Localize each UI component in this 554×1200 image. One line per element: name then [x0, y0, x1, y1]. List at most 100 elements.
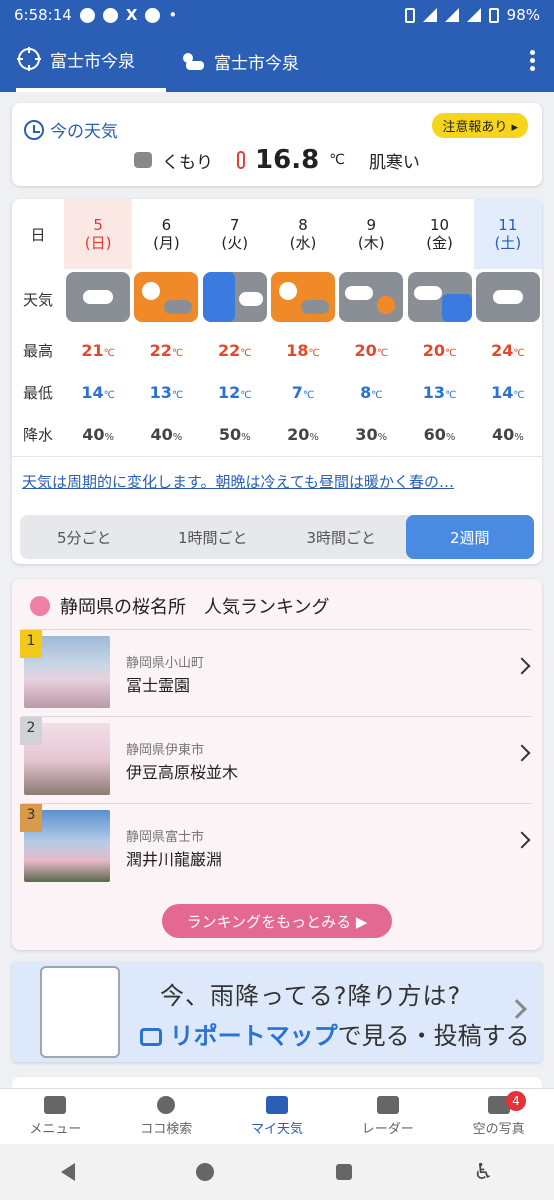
- high-temp: 18℃: [286, 340, 320, 360]
- warning-badge[interactable]: 注意報あり ▸: [432, 113, 528, 138]
- signal-icon: [444, 8, 459, 22]
- banner-accent: リポートマップ: [169, 1022, 338, 1050]
- rain-then-cloudy-icon: [202, 272, 267, 322]
- sunny-then-cloudy-icon: [270, 272, 335, 322]
- more-ranking-button[interactable]: ランキングをもっとみる ▶: [162, 904, 392, 938]
- precip-chance: 60%: [423, 424, 456, 444]
- sunny-then-cloudy-icon: [134, 272, 199, 322]
- interval-5min[interactable]: 5分ごと: [20, 515, 149, 559]
- home-button-icon[interactable]: [196, 1163, 215, 1181]
- app-header: 富士市今泉 富士市今泉: [0, 30, 554, 92]
- high-temp: 20℃: [422, 340, 457, 360]
- chevron-right-icon: [513, 657, 531, 675]
- facebook-icon: [79, 7, 95, 23]
- nav-menu[interactable]: メニュー: [0, 1089, 111, 1144]
- radar-icon: [376, 1096, 399, 1114]
- tab-current-location[interactable]: 富士市今泉: [16, 30, 166, 92]
- warning-label: 注意報あり ▸: [442, 120, 518, 135]
- nav-label: ココ検索: [140, 1122, 193, 1137]
- ranking-title: 静岡県の桜名所 人気ランキング: [60, 597, 330, 618]
- nav-label: 空の写真: [472, 1122, 525, 1137]
- current-weather-title: 今の天気: [24, 117, 118, 142]
- cloud-icon: [134, 152, 153, 168]
- spot-name: 潤井川龍巌淵: [126, 850, 223, 869]
- row-label-low: 最低: [22, 383, 53, 402]
- forecast-summary-link[interactable]: 天気は周期的に変化します。朝晩は冷えても昼間は暖かく春の…: [22, 471, 527, 492]
- low-temp: 13℃: [422, 382, 457, 402]
- interval-2week[interactable]: 2週間: [405, 515, 534, 559]
- row-label-day: 日: [30, 225, 46, 244]
- ranking-item[interactable]: 2 静岡県伊東市 伊豆高原桜並木: [20, 716, 532, 802]
- home-icon: [265, 1096, 288, 1114]
- cherry-blossom-icon: [30, 596, 50, 616]
- day-header: 9 (木): [357, 216, 385, 252]
- day-header: 5 (日): [64, 199, 133, 269]
- nav-label: マイ天気: [250, 1122, 303, 1137]
- thermometer-icon: [237, 151, 246, 169]
- spot-name: 冨士霊園: [126, 676, 191, 695]
- interval-selector: 5分ごと 1時間ごと 3時間ごと 2週間: [20, 515, 534, 559]
- ranking-item[interactable]: 3 静岡県富士市 潤井川龍巌淵: [20, 803, 532, 889]
- more-options-icon[interactable]: [530, 50, 536, 72]
- banner-headline: 今、雨降ってる?降り方は?: [160, 982, 462, 1010]
- sakura-ranking-card: 静岡県の桜名所 人気ランキング 1 静岡県小山町 冨士霊園 2 静岡県伊東市 伊…: [12, 579, 542, 950]
- high-temp: 24℃: [491, 340, 525, 360]
- day-header: 11 (土): [473, 199, 542, 269]
- system-navigation-bar: ♿: [0, 1144, 554, 1200]
- spot-prefecture: 静岡県富士市: [126, 830, 205, 845]
- report-map-banner[interactable]: 今、雨降ってる?降り方は? リポートマップで見る・投稿する: [12, 962, 542, 1062]
- day-header: 6 (月): [153, 216, 180, 252]
- nav-my-weather[interactable]: マイ天気: [222, 1089, 333, 1144]
- low-temp: 7℃: [291, 382, 315, 402]
- nav-label: メニュー: [29, 1122, 82, 1137]
- low-temp: 12℃: [217, 382, 252, 402]
- precip-chance: 20%: [287, 424, 319, 444]
- interval-3hour[interactable]: 3時間ごと: [277, 515, 406, 559]
- search-icon: [157, 1096, 176, 1114]
- high-temp: 22℃: [217, 340, 252, 360]
- precip-chance: 50%: [218, 424, 251, 444]
- wifi-icon: [422, 8, 437, 22]
- forecast-table: 日 5 (日) 6 (月) 7 (火) 8 (水) 9 (木) 10 (金) 11 (土) 天…: [12, 199, 542, 455]
- tab-saved-location[interactable]: 富士市今泉: [178, 30, 299, 92]
- temperature-unit: ℃: [329, 152, 345, 168]
- cloudy-icon: [66, 272, 131, 322]
- sun-cloud-icon: [183, 53, 204, 70]
- day-header: 7 (火): [221, 216, 249, 252]
- precip-chance: 30%: [355, 424, 388, 444]
- day-header: 10 (金): [426, 216, 453, 252]
- cloudy-icon: [475, 272, 540, 322]
- app-icon: [145, 7, 161, 23]
- banner-subline: リポートマップで見る・投稿する: [140, 1016, 530, 1051]
- accessibility-icon[interactable]: ♿: [473, 1160, 493, 1185]
- tab-label: 富士市今泉: [214, 53, 299, 74]
- nav-search[interactable]: ココ検索: [111, 1089, 222, 1144]
- menu-icon: [44, 1096, 67, 1114]
- rank-badge: 2: [20, 717, 42, 745]
- nav-radar[interactable]: レーダー: [332, 1089, 443, 1144]
- current-weather-card[interactable]: 今の天気 注意報あり ▸ くもり 16.8 ℃ 肌寒い: [12, 103, 542, 186]
- x-icon: X: [125, 6, 138, 24]
- recents-icon[interactable]: [335, 1164, 352, 1180]
- rank-badge: 1: [20, 630, 42, 658]
- low-temp: 14℃: [81, 382, 115, 402]
- interval-1hour[interactable]: 1時間ごと: [149, 515, 278, 559]
- nav-label: レーダー: [361, 1122, 414, 1137]
- dot-icon: •: [168, 6, 178, 24]
- spot-prefecture: 静岡県小山町: [126, 656, 205, 671]
- camera-icon: [140, 1028, 162, 1046]
- nav-sky-photos[interactable]: 空の写真 4: [443, 1089, 554, 1144]
- current-temperature: 16.8: [255, 145, 320, 175]
- row-label-high: 最高: [22, 341, 53, 360]
- cloudy-then-sunny-icon: [339, 272, 404, 322]
- current-weather-heading: 今の天気: [50, 122, 118, 142]
- low-temp: 13℃: [149, 382, 184, 402]
- ranking-item[interactable]: 1 静岡県小山町 冨士霊園: [20, 629, 532, 715]
- banner-rest: で見る・投稿する: [337, 1022, 530, 1050]
- notification-badge: 4: [505, 1091, 526, 1111]
- status-time: 6:58:14: [14, 6, 72, 24]
- precip-chance: 40%: [82, 424, 115, 444]
- back-icon[interactable]: [60, 1163, 75, 1181]
- day-header: 8 (水): [289, 216, 317, 252]
- status-bar: 6:58:14 X • 98%: [0, 0, 554, 30]
